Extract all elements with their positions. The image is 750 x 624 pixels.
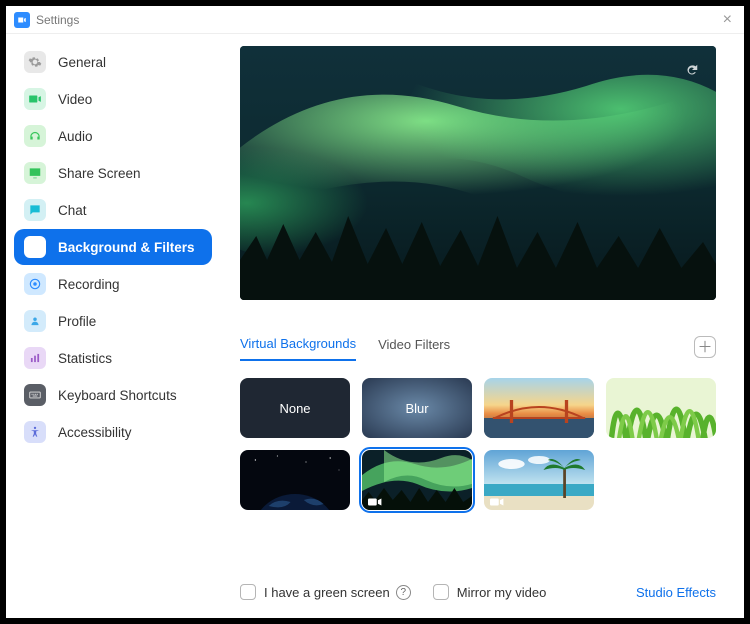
profile-icon <box>24 310 46 332</box>
sidebar-item-label: Profile <box>58 314 96 329</box>
checkbox-label: Mirror my video <box>457 585 547 600</box>
background-tile-blur[interactable]: Blur <box>362 378 472 438</box>
background-tile-grass[interactable] <box>606 378 716 438</box>
chat-icon <box>24 199 46 221</box>
add-background-button[interactable]: ＋ <box>694 336 716 358</box>
mirror-video-checkbox[interactable]: Mirror my video <box>433 584 547 600</box>
window-title: Settings <box>36 13 79 27</box>
background-tile-bridge[interactable] <box>484 378 594 438</box>
sidebar-item-label: Statistics <box>58 351 112 366</box>
sidebar-item-video[interactable]: Video <box>14 81 212 117</box>
sidebar-item-label: Accessibility <box>58 425 132 440</box>
gear-icon <box>24 51 46 73</box>
studio-effects-link[interactable]: Studio Effects <box>636 585 716 600</box>
tab-label: Virtual Backgrounds <box>240 336 356 351</box>
main-panel: Virtual Backgrounds Video Filters ＋ None <box>220 34 744 618</box>
statistics-icon <box>24 347 46 369</box>
tab-video-filters[interactable]: Video Filters <box>378 333 450 360</box>
titlebar: Settings × <box>6 6 744 34</box>
sidebar-item-label: Video <box>58 92 92 107</box>
sidebar-item-label: Audio <box>58 129 93 144</box>
keyboard-icon <box>24 384 46 406</box>
accessibility-icon <box>24 421 46 443</box>
sidebar-item-profile[interactable]: Profile <box>14 303 212 339</box>
footer: I have a green screen ? Mirror my video … <box>240 564 716 600</box>
headphones-icon <box>24 125 46 147</box>
background-tile-aurora[interactable] <box>362 450 472 510</box>
app-icon <box>14 12 30 28</box>
settings-window: Settings × General Video Audio <box>6 6 744 618</box>
sidebar-item-label: Chat <box>58 203 87 218</box>
video-icon <box>24 88 46 110</box>
tab-virtual-backgrounds[interactable]: Virtual Backgrounds <box>240 332 356 361</box>
sidebar-item-label: Share Screen <box>58 166 141 181</box>
sidebar-item-label: Recording <box>58 277 120 292</box>
camera-icon <box>490 495 504 505</box>
sidebar-item-label: Background & Filters <box>58 240 195 255</box>
help-icon[interactable]: ? <box>396 585 411 600</box>
background-tile-none[interactable]: None <box>240 378 350 438</box>
sidebar-item-accessibility[interactable]: Accessibility <box>14 414 212 450</box>
video-preview <box>240 46 716 300</box>
person-icon <box>24 236 46 258</box>
checkbox-icon <box>433 584 449 600</box>
sidebar-item-label: Keyboard Shortcuts <box>58 388 177 403</box>
tab-label: Video Filters <box>378 337 450 352</box>
sidebar-item-statistics[interactable]: Statistics <box>14 340 212 376</box>
tabs: Virtual Backgrounds Video Filters ＋ <box>240 332 716 362</box>
tile-label: None <box>279 401 310 416</box>
sidebar-item-keyboard-shortcuts[interactable]: Keyboard Shortcuts <box>14 377 212 413</box>
record-icon <box>24 273 46 295</box>
close-icon[interactable]: × <box>719 11 736 29</box>
rotate-camera-button[interactable] <box>678 56 706 84</box>
sidebar-item-share-screen[interactable]: Share Screen <box>14 155 212 191</box>
checkbox-icon <box>240 584 256 600</box>
camera-icon <box>368 495 382 505</box>
green-screen-checkbox[interactable]: I have a green screen ? <box>240 584 411 600</box>
background-tile-beach[interactable] <box>484 450 594 510</box>
sidebar-item-recording[interactable]: Recording <box>14 266 212 302</box>
sidebar-item-audio[interactable]: Audio <box>14 118 212 154</box>
sidebar: General Video Audio Share Screen <box>6 34 220 618</box>
checkbox-label: I have a green screen <box>264 585 390 600</box>
sidebar-item-chat[interactable]: Chat <box>14 192 212 228</box>
background-tile-earth[interactable] <box>240 450 350 510</box>
sidebar-item-general[interactable]: General <box>14 44 212 80</box>
share-screen-icon <box>24 162 46 184</box>
sidebar-item-background-filters[interactable]: Background & Filters <box>14 229 212 265</box>
background-grid: None Blur <box>240 378 716 510</box>
sidebar-item-label: General <box>58 55 106 70</box>
tile-label: Blur <box>405 401 428 416</box>
